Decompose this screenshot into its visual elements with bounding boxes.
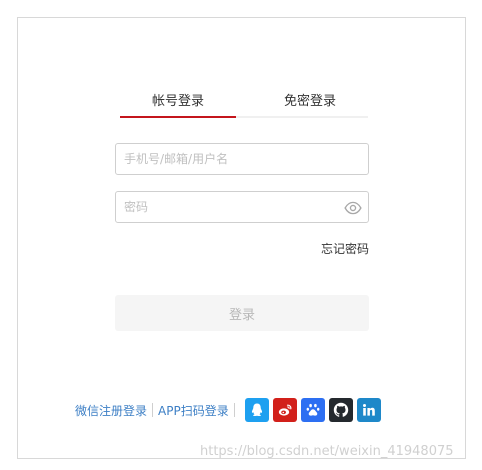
username-field <box>115 143 369 175</box>
tab-passwordless-login-label: 免密登录 <box>283 94 336 109</box>
footer-divider <box>152 403 154 417</box>
forgot-password-link[interactable]: 忘记密码 <box>300 240 369 257</box>
eye-icon[interactable] <box>344 199 362 217</box>
baidu-icon[interactable] <box>300 398 325 422</box>
active-tab-indicator <box>120 116 236 118</box>
github-icon[interactable] <box>328 398 353 422</box>
tab-account-login-label: 帐号登录 <box>151 94 204 109</box>
watermark-url: https://blog.csdn.net/weixin_41948075 <box>200 444 454 459</box>
login-card <box>17 17 466 459</box>
app-scan-login-link[interactable]: APP扫码登录 <box>158 402 229 419</box>
username-input[interactable] <box>116 144 368 174</box>
page: 帐号登录 免密登录 忘记密码 登录 微信注册登录 APP扫码登录 <box>0 0 482 470</box>
password-input[interactable] <box>116 192 368 222</box>
qq-icon[interactable] <box>244 398 269 422</box>
footer-divider <box>233 403 235 417</box>
login-button[interactable]: 登录 <box>115 295 369 331</box>
login-tabs: 帐号登录 免密登录 <box>120 92 368 118</box>
wechat-login-link[interactable]: 微信注册登录 <box>75 402 147 419</box>
password-field <box>115 191 369 223</box>
tab-passwordless-login[interactable]: 免密登录 <box>252 92 368 114</box>
tab-account-login[interactable]: 帐号登录 <box>120 92 236 114</box>
weibo-icon[interactable] <box>272 398 297 422</box>
linkedin-icon[interactable] <box>356 398 381 422</box>
alt-login-bar: 微信注册登录 APP扫码登录 <box>75 398 385 422</box>
